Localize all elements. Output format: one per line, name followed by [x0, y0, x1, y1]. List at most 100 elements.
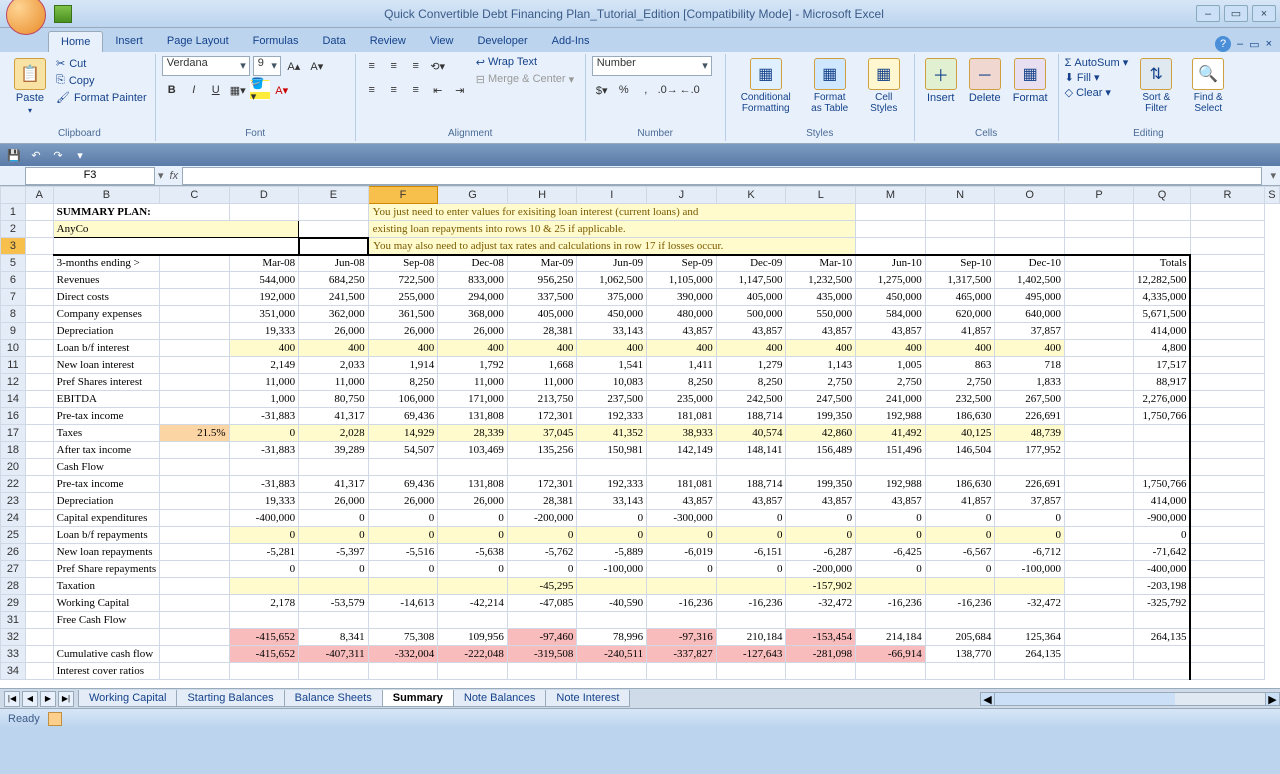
col-header-N[interactable]: N: [925, 187, 995, 204]
col-header-M[interactable]: M: [856, 187, 926, 204]
cell[interactable]: -32,472: [786, 595, 856, 612]
cell[interactable]: [995, 578, 1065, 595]
align-center-button[interactable]: ≡: [384, 80, 404, 100]
cell[interactable]: -100,000: [995, 561, 1065, 578]
cell[interactable]: [1190, 663, 1264, 680]
align-left-button[interactable]: ≡: [362, 80, 382, 100]
format-painter-button[interactable]: 🖌Format Painter: [54, 90, 149, 105]
cell[interactable]: Pre-tax income: [53, 408, 160, 425]
cell[interactable]: AnyCo: [53, 221, 298, 238]
cell[interactable]: [716, 663, 786, 680]
cell[interactable]: [1133, 238, 1190, 255]
cell[interactable]: [716, 578, 786, 595]
cell[interactable]: 0: [647, 561, 717, 578]
cell[interactable]: -14,613: [368, 595, 438, 612]
row-header-29[interactable]: 29: [1, 595, 26, 612]
cell[interactable]: [1190, 595, 1264, 612]
cut-button[interactable]: ✂Cut: [54, 56, 149, 71]
col-header-Q[interactable]: Q: [1133, 187, 1190, 204]
cell[interactable]: -16,236: [925, 595, 995, 612]
cell[interactable]: [786, 612, 856, 629]
cell[interactable]: [1065, 255, 1134, 272]
cell[interactable]: 26,000: [368, 323, 438, 340]
cell[interactable]: 375,000: [577, 289, 647, 306]
align-middle-button[interactable]: ≡: [384, 56, 404, 76]
cell[interactable]: After tax income: [53, 442, 160, 459]
cell[interactable]: [299, 612, 369, 629]
cell[interactable]: [160, 374, 229, 391]
cell[interactable]: 69,436: [368, 408, 438, 425]
cell[interactable]: 242,500: [716, 391, 786, 408]
cell[interactable]: Totals: [1133, 255, 1190, 272]
cell[interactable]: [1190, 221, 1264, 238]
paste-button[interactable]: 📋 Paste ▾: [10, 56, 50, 117]
cell[interactable]: [995, 663, 1065, 680]
italic-button[interactable]: I: [184, 80, 204, 100]
cell[interactable]: 0: [925, 527, 995, 544]
cell[interactable]: 205,684: [925, 629, 995, 646]
cell[interactable]: [647, 663, 717, 680]
cell[interactable]: -71,642: [1133, 544, 1190, 561]
cell[interactable]: 210,184: [716, 629, 786, 646]
format-as-table-button[interactable]: ▦Format as Table: [804, 56, 856, 116]
cell[interactable]: [1190, 357, 1264, 374]
col-header-J[interactable]: J: [647, 187, 717, 204]
cell[interactable]: 1,279: [716, 357, 786, 374]
cell[interactable]: 550,000: [786, 306, 856, 323]
cell[interactable]: 39,289: [299, 442, 369, 459]
cell[interactable]: 0: [925, 561, 995, 578]
bold-button[interactable]: B: [162, 80, 182, 100]
increase-indent-button[interactable]: ⇥: [450, 80, 470, 100]
cell[interactable]: 405,000: [716, 289, 786, 306]
cell[interactable]: Mar-09: [507, 255, 577, 272]
cell[interactable]: -5,762: [507, 544, 577, 561]
cell[interactable]: 106,000: [368, 391, 438, 408]
cell[interactable]: [1065, 527, 1134, 544]
cell[interactable]: 0: [438, 561, 508, 578]
cell[interactable]: 214,184: [856, 629, 926, 646]
cell[interactable]: 0: [438, 527, 508, 544]
col-header-P[interactable]: P: [1065, 187, 1134, 204]
tab-data[interactable]: Data: [310, 31, 357, 52]
cell[interactable]: 584,000: [856, 306, 926, 323]
cell[interactable]: 171,000: [438, 391, 508, 408]
row-header-22[interactable]: 22: [1, 476, 26, 493]
minimize-ribbon-button[interactable]: –: [1237, 38, 1243, 50]
cell[interactable]: -200,000: [507, 510, 577, 527]
cell[interactable]: -337,827: [647, 646, 717, 663]
grow-font-button[interactable]: A▴: [284, 56, 304, 76]
cell[interactable]: 41,857: [925, 493, 995, 510]
cell[interactable]: 142,149: [647, 442, 717, 459]
col-header-K[interactable]: K: [716, 187, 786, 204]
cell[interactable]: 43,857: [716, 493, 786, 510]
cell[interactable]: [577, 612, 647, 629]
cell[interactable]: [1065, 629, 1134, 646]
cell[interactable]: 1,000: [229, 391, 299, 408]
cell[interactable]: 956,250: [507, 272, 577, 289]
cell[interactable]: [25, 578, 53, 595]
cell[interactable]: -281,098: [786, 646, 856, 663]
cell[interactable]: 267,500: [995, 391, 1065, 408]
cell[interactable]: [1190, 646, 1264, 663]
cell[interactable]: 400: [438, 340, 508, 357]
font-size-select[interactable]: 9: [253, 56, 281, 76]
cell[interactable]: [1065, 357, 1134, 374]
cell[interactable]: Taxes: [53, 425, 160, 442]
cell[interactable]: 1,792: [438, 357, 508, 374]
row-header-20[interactable]: 20: [1, 459, 26, 476]
cell[interactable]: Dec-10: [995, 255, 1065, 272]
cell[interactable]: 1,317,500: [925, 272, 995, 289]
cell[interactable]: [1065, 612, 1134, 629]
cell[interactable]: 2,750: [925, 374, 995, 391]
copy-button[interactable]: ⎘Copy: [54, 73, 149, 88]
cell[interactable]: [1065, 272, 1134, 289]
cell[interactable]: 1,541: [577, 357, 647, 374]
cell[interactable]: [1065, 663, 1134, 680]
cell[interactable]: Sep-09: [647, 255, 717, 272]
decrease-decimal-button[interactable]: ←.0: [680, 80, 700, 100]
cell[interactable]: 368,000: [438, 306, 508, 323]
cell[interactable]: [1065, 425, 1134, 442]
cell[interactable]: 0: [368, 510, 438, 527]
cell[interactable]: [1065, 408, 1134, 425]
row-header-10[interactable]: 10: [1, 340, 26, 357]
